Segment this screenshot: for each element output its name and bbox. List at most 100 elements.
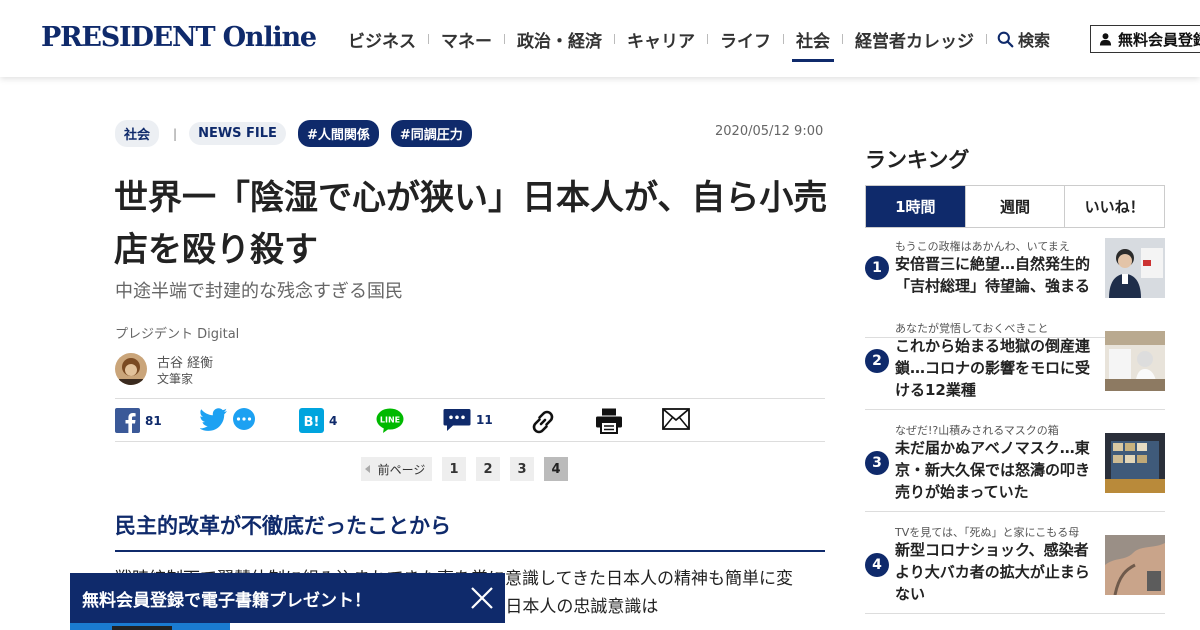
- facebook-icon: [115, 408, 140, 433]
- ranking-title: ランキング: [865, 148, 970, 172]
- section-heading: 民主的改革が不徹底だったことから: [115, 514, 451, 538]
- nav-divider: [986, 34, 987, 44]
- tag-category[interactable]: 社会: [115, 120, 160, 147]
- search-icon: [997, 31, 1014, 47]
- tag-hashtag[interactable]: #人間関係: [297, 120, 379, 147]
- hatena-bookmark-icon: B!: [299, 408, 324, 433]
- article-title: 世界一「陰湿で心が狭い」日本人が、自ら小売店を殴り殺す: [114, 178, 828, 270]
- ranking-tab-weekly[interactable]: 週間: [964, 186, 1065, 227]
- share-bar: 81 B! 4 LINE 11: [115, 398, 825, 442]
- comment-icon: [443, 409, 471, 431]
- thumbnail-image: [1105, 238, 1165, 298]
- rank-headline: 新型コロナショック、感染者より大バカ者の拡大が止まらない: [895, 541, 1090, 603]
- main-nav: ビジネス マネー 政治・経済 キャリア ライフ 社会 経営者カレッジ: [338, 26, 989, 62]
- banner-bottom-marker: [112, 626, 172, 630]
- nav-divider: [428, 34, 429, 44]
- line-icon: LINE: [376, 408, 404, 433]
- site-header: PRESIDENT Online ビジネス マネー 政治・経済 キャリア ライフ…: [0, 0, 1200, 77]
- rank-number: 2: [865, 349, 889, 373]
- hatena-count: 4: [329, 413, 338, 428]
- article-tags: 社会 | NEWS FILE #人間関係 #同調圧力: [115, 120, 484, 147]
- signup-banner-text: 無料会員登録で電子書籍プレゼント！: [82, 590, 371, 611]
- nav-item-business[interactable]: ビジネス: [338, 27, 426, 52]
- nav-item-society[interactable]: 社会: [786, 27, 840, 62]
- rank-kicker: なぜだ!?山積みされるマスクの箱: [895, 424, 1059, 437]
- member-register-button[interactable]: 無料会員登録: [1090, 25, 1200, 53]
- prev-page-button[interactable]: 前ページ: [361, 457, 432, 481]
- author-photo: [115, 353, 147, 385]
- article-subtitle: 中途半端で封建的な残念すぎる国民: [115, 281, 403, 302]
- nav-divider: [707, 34, 708, 44]
- thumbnail-image: [1105, 331, 1165, 391]
- rank-kicker: もうこの政権はあかんわ、いてまえ: [895, 240, 1070, 253]
- facebook-share[interactable]: 81: [115, 408, 162, 433]
- publish-date: 2020/05/12 9:00: [715, 124, 824, 139]
- ranking-tabs: 1時間 週間 いいね！: [865, 185, 1165, 228]
- rank-number: 3: [865, 451, 889, 475]
- member-register-label: 無料会員登録: [1118, 30, 1200, 49]
- nav-item-life[interactable]: ライフ: [710, 27, 781, 52]
- speech-bubble-icon: [233, 408, 255, 430]
- page-link[interactable]: 3: [510, 457, 534, 481]
- nav-item-politics[interactable]: 政治・経済: [507, 27, 612, 52]
- svg-text:B!: B!: [304, 415, 320, 430]
- copy-link-button[interactable]: [529, 408, 557, 436]
- rank-kicker: TVを見ては、「死ぬ」と家にこもる母: [895, 526, 1080, 539]
- search-label: 検索: [1018, 31, 1051, 50]
- ranking-tab-hourly[interactable]: 1時間: [866, 186, 965, 227]
- author-role: 文筆家: [157, 372, 194, 386]
- tag-divider: |: [173, 126, 178, 141]
- author-avatar[interactable]: [115, 353, 147, 385]
- person-icon: [1099, 33, 1112, 46]
- ranking-item[interactable]: 2 あなたが覚悟しておくべきこと これから始まる地獄の倒産連鎖…コロナの影響をモ…: [865, 320, 1165, 410]
- article-source: プレジデント Digital: [115, 327, 240, 342]
- page-link-current[interactable]: 4: [544, 457, 568, 481]
- rank-number: 1: [865, 256, 889, 280]
- nav-divider: [783, 34, 784, 44]
- nav-item-college[interactable]: 経営者カレッジ: [845, 27, 984, 52]
- comment-share[interactable]: 11: [443, 408, 493, 432]
- nav-item-money[interactable]: マネー: [431, 27, 502, 52]
- thumbnail-image: [1105, 535, 1165, 595]
- page-link[interactable]: 2: [476, 457, 500, 481]
- line-share[interactable]: LINE: [376, 408, 404, 434]
- prev-page-label: 前ページ: [377, 462, 426, 477]
- tag-series[interactable]: NEWS FILE: [189, 122, 286, 145]
- nav-item-career[interactable]: キャリア: [617, 27, 705, 52]
- site-logo[interactable]: PRESIDENT Online: [41, 22, 317, 53]
- tag-hashtag[interactable]: #同調圧力: [390, 120, 472, 147]
- print-button[interactable]: [595, 408, 623, 434]
- rank-thumbnail: [1105, 535, 1165, 595]
- signup-banner[interactable]: 無料会員登録で電子書籍プレゼント！: [70, 573, 505, 623]
- ranking-item[interactable]: 4 TVを見ては、「死ぬ」と家にこもる母 新型コロナショック、感染者より大バカ者…: [865, 524, 1165, 614]
- comment-count: 11: [476, 413, 493, 427]
- rank-thumbnail: [1105, 238, 1165, 298]
- search-button[interactable]: 検索: [997, 27, 1050, 51]
- nav-divider: [614, 34, 615, 44]
- email-share[interactable]: [662, 408, 690, 430]
- rank-thumbnail: [1105, 433, 1165, 493]
- ranking-item[interactable]: 3 なぜだ!?山積みされるマスクの箱 未だ届かぬアベノマスク…東京・新大久保では…: [865, 422, 1165, 512]
- rank-headline: 未だ届かぬアベノマスク…東京・新大久保では怒濤の叩き売りが始まっていた: [895, 439, 1091, 501]
- link-icon: [532, 410, 554, 434]
- svg-text:LINE: LINE: [380, 416, 400, 425]
- hatena-share[interactable]: B! 4: [299, 408, 337, 433]
- rank-headline: これから始まる地獄の倒産連鎖…コロナの影響をモロに受ける12業種: [895, 337, 1091, 399]
- author-name[interactable]: 古谷 経衡: [157, 352, 213, 371]
- close-icon[interactable]: [469, 585, 495, 611]
- printer-icon: [596, 408, 622, 434]
- mail-icon: [662, 408, 690, 430]
- nav-divider: [504, 34, 505, 44]
- rank-headline: 安倍晋三に絶望…自然発生的「吉村総理」待望論、強まる: [895, 255, 1091, 295]
- rank-kicker: あなたが覚悟しておくべきこと: [895, 322, 1049, 335]
- page-link[interactable]: 1: [442, 457, 466, 481]
- rank-thumbnail: [1105, 331, 1165, 391]
- twitter-icon: [200, 408, 227, 431]
- ranking-tab-likes[interactable]: いいね！: [1064, 186, 1164, 227]
- facebook-count: 81: [145, 413, 162, 428]
- thumbnail-image: [1105, 433, 1165, 493]
- twitter-share[interactable]: [200, 408, 257, 432]
- section-divider: [115, 550, 825, 552]
- rank-number: 4: [865, 553, 889, 577]
- nav-divider: [842, 34, 843, 44]
